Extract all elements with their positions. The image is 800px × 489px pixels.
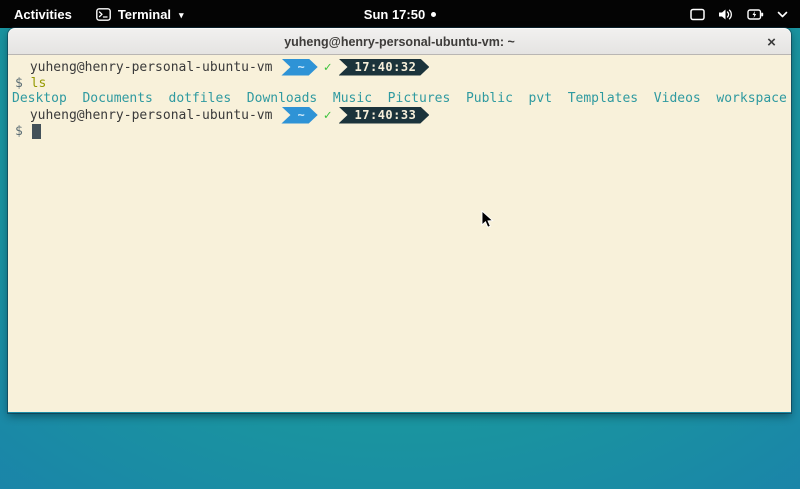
window-titlebar[interactable]: yuheng@henry-personal-ubuntu-vm: ~ × xyxy=(8,28,791,55)
terminal-icon xyxy=(96,8,111,21)
prompt-time-segment: 17:40:32 xyxy=(339,59,430,76)
app-menu-caret-icon: ▾ xyxy=(179,10,184,21)
prompt-user-host: yuheng@henry-personal-ubuntu-vm xyxy=(22,60,272,75)
command-line: $ ls xyxy=(11,76,791,91)
system-indicators[interactable] xyxy=(690,0,800,28)
prompt-status-check-icon: ✓ xyxy=(324,108,332,123)
battery-charging-icon xyxy=(747,8,764,21)
prompt-line: yuheng@henry-personal-ubuntu-vm ~ ✓ 17:4… xyxy=(11,106,791,124)
top-bar: Activities Terminal ▾ Sun 17:50 xyxy=(0,0,800,28)
prompt-status-check-icon: ✓ xyxy=(324,60,332,75)
prompt-user-host: yuheng@henry-personal-ubuntu-vm xyxy=(22,108,272,123)
prompt-path-segment: ~ xyxy=(281,59,317,76)
app-menu-label: Terminal xyxy=(118,7,171,22)
display-icon xyxy=(690,8,705,21)
text-cursor xyxy=(32,124,41,139)
volume-icon xyxy=(718,8,734,21)
app-menu-terminal[interactable]: Terminal ▾ xyxy=(86,0,194,28)
directory-listing: Desktop Documents dotfiles Downloads Mus… xyxy=(11,91,791,106)
prompt-time-segment: 17:40:33 xyxy=(339,107,430,124)
terminal-window: yuheng@henry-personal-ubuntu-vm: ~ × yuh… xyxy=(8,28,791,413)
command-text: ls xyxy=(31,76,47,91)
clock[interactable]: Sun 17:50 xyxy=(364,7,425,22)
prompt-line: yuheng@henry-personal-ubuntu-vm ~ ✓ 17:4… xyxy=(11,58,791,76)
mouse-pointer-icon xyxy=(481,210,494,229)
input-line[interactable]: $ xyxy=(11,124,791,139)
close-button[interactable]: × xyxy=(761,32,782,53)
chevron-down-icon xyxy=(777,11,788,18)
prompt-path-segment: ~ xyxy=(281,107,317,124)
notification-dot-icon xyxy=(431,12,436,17)
activities-button[interactable]: Activities xyxy=(0,0,86,28)
window-title: yuheng@henry-personal-ubuntu-vm: ~ xyxy=(284,35,515,49)
prompt-symbol: $ xyxy=(15,124,23,139)
terminal-content[interactable]: yuheng@henry-personal-ubuntu-vm ~ ✓ 17:4… xyxy=(8,55,791,412)
prompt-symbol: $ xyxy=(15,76,23,91)
activities-label: Activities xyxy=(14,7,72,22)
